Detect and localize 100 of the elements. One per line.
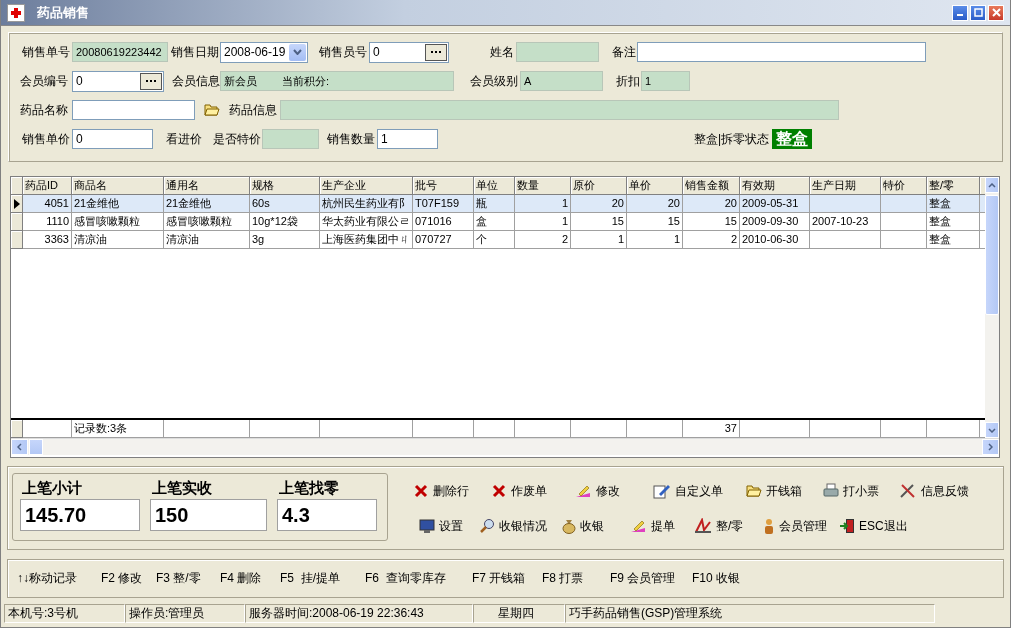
total-label: 上笔小计 bbox=[21, 479, 83, 498]
toolbar-button[interactable]: 提单 bbox=[627, 516, 677, 536]
field-label: 会员信息 bbox=[172, 72, 220, 90]
toolbar-button[interactable]: ESC退出 bbox=[837, 516, 910, 536]
table-cell: 华太药业有限公ㄹ bbox=[320, 213, 413, 231]
table-cell: 21金维他 bbox=[164, 195, 250, 213]
table-cell: 1110 bbox=[23, 213, 72, 231]
status-badge: 整盒 bbox=[772, 129, 813, 149]
field-label: 折扣 bbox=[616, 72, 640, 90]
delete-icon bbox=[413, 483, 429, 499]
status-text: 巧手药品销售(GSP)管理系统 bbox=[565, 604, 935, 623]
horizontal-scrollbar[interactable] bbox=[11, 438, 999, 455]
toolbar-button[interactable]: 收银情况 bbox=[477, 516, 549, 536]
input-field[interactable] bbox=[72, 100, 195, 120]
field-label: 药品信息 bbox=[229, 101, 277, 119]
readonly-field bbox=[262, 129, 319, 149]
field-label: 整盒|拆零状态 bbox=[694, 130, 770, 148]
toolbar-button[interactable]: 整/零 bbox=[692, 516, 746, 536]
shortcut-hint: F10 收银 bbox=[692, 570, 740, 587]
table-cell: 杭州民生药业有阝 bbox=[320, 195, 413, 213]
input-field[interactable] bbox=[637, 42, 926, 62]
total-value: 150 bbox=[150, 499, 267, 531]
table-cell: 2010-06-30 bbox=[740, 231, 810, 249]
maximize-icon bbox=[973, 8, 983, 17]
column-header[interactable]: 有效期 bbox=[740, 177, 810, 195]
column-header[interactable]: 生产企业 bbox=[320, 177, 413, 195]
lookup-field[interactable]: 0 bbox=[369, 41, 449, 63]
column-header[interactable]: 生产日期 bbox=[810, 177, 881, 195]
ellipsis-button[interactable] bbox=[425, 43, 447, 61]
table-cell: 清凉油 bbox=[72, 231, 164, 249]
toolbar-button[interactable]: 设置 bbox=[417, 516, 465, 536]
toolbar-button[interactable]: 作废单 bbox=[489, 481, 549, 501]
toolbar-button[interactable]: 开钱箱 bbox=[744, 481, 804, 501]
column-header[interactable]: 药品ID bbox=[23, 177, 72, 195]
table-cell: 感冒咳嗽颗粒 bbox=[72, 213, 164, 231]
field-label: 会员编号 bbox=[20, 72, 68, 90]
table-cell: 20 bbox=[571, 195, 627, 213]
table-cell: 1 bbox=[627, 231, 683, 249]
table-cell: 2009-05-31 bbox=[740, 195, 810, 213]
toolbar-button[interactable]: 信息反馈 bbox=[897, 481, 971, 501]
exit-icon bbox=[839, 518, 855, 534]
minimize-button[interactable] bbox=[952, 4, 968, 21]
table-cell: 2 bbox=[515, 231, 571, 249]
date-picker[interactable]: 2008-06-19 bbox=[220, 41, 308, 63]
table-cell: 070727 bbox=[413, 231, 474, 249]
toolbar-button[interactable]: 会员管理 bbox=[761, 516, 829, 536]
table-cell: 3g bbox=[250, 231, 320, 249]
vertical-scrollbar[interactable] bbox=[985, 177, 999, 438]
readonly-field: 新会员 当前积分: bbox=[220, 71, 454, 91]
column-header[interactable]: 商品名 bbox=[72, 177, 164, 195]
table-cell: 60s bbox=[250, 195, 320, 213]
shortcut-hint: F4 删除 bbox=[220, 570, 262, 587]
field-label: 备注 bbox=[612, 43, 636, 61]
close-button[interactable] bbox=[988, 4, 1004, 21]
column-header[interactable]: 单价 bbox=[627, 177, 683, 195]
shortcut-hint: F2 修改 bbox=[101, 570, 143, 587]
column-header[interactable]: 规格 bbox=[250, 177, 320, 195]
field-label: 销售数量 bbox=[327, 130, 375, 148]
table-cell: 整盒 bbox=[927, 195, 980, 213]
input-field[interactable]: 1 bbox=[377, 129, 438, 149]
table-cell bbox=[881, 195, 927, 213]
toolbar-button[interactable]: 打小票 bbox=[821, 481, 881, 501]
toolbar-button[interactable]: 删除行 bbox=[411, 481, 471, 501]
field-label: 销售单价 bbox=[22, 130, 70, 148]
table-cell: 3363 bbox=[23, 231, 72, 249]
column-header[interactable]: 整/零 bbox=[927, 177, 980, 195]
lookup-field[interactable]: 0 bbox=[72, 70, 164, 92]
maximize-button[interactable] bbox=[970, 4, 986, 21]
column-header[interactable]: 销售金额 bbox=[683, 177, 740, 195]
status-text: 操作员:管理员 bbox=[125, 604, 245, 623]
scroll-thumb[interactable] bbox=[985, 195, 999, 315]
row-header[interactable] bbox=[11, 195, 23, 213]
scroll-thumb[interactable] bbox=[29, 439, 43, 455]
toolbar-button[interactable]: 修改 bbox=[572, 481, 622, 501]
ellipsis-button[interactable] bbox=[140, 72, 162, 90]
column-header[interactable]: 原价 bbox=[571, 177, 627, 195]
field-label: 销售日期 bbox=[171, 43, 219, 61]
input-field[interactable]: 0 bbox=[72, 129, 153, 149]
table-cell bbox=[881, 213, 927, 231]
table-cell: 20 bbox=[627, 195, 683, 213]
table-cell: 清凉油 bbox=[164, 231, 250, 249]
folder-icon[interactable] bbox=[204, 103, 220, 117]
delete-icon bbox=[491, 483, 507, 499]
toolbar-button[interactable]: 自定义单 bbox=[651, 481, 725, 501]
first-aid-icon bbox=[7, 3, 25, 22]
table-cell: 1 bbox=[515, 213, 571, 231]
search-icon bbox=[479, 518, 495, 534]
column-header[interactable]: 数量 bbox=[515, 177, 571, 195]
column-header[interactable]: 单位 bbox=[474, 177, 515, 195]
minimize-icon bbox=[957, 14, 963, 16]
field-label: 销售员号 bbox=[319, 43, 367, 61]
toolbar-button[interactable]: 收银 bbox=[560, 516, 606, 536]
tools-icon bbox=[899, 483, 917, 499]
table-cell: 21金维他 bbox=[72, 195, 164, 213]
table-cell: 10g*12袋 bbox=[250, 213, 320, 231]
monitor-icon bbox=[419, 518, 435, 534]
column-header[interactable]: 特价 bbox=[881, 177, 927, 195]
column-header[interactable]: 通用名 bbox=[164, 177, 250, 195]
table-cell: 瓶 bbox=[474, 195, 515, 213]
column-header[interactable]: 批号 bbox=[413, 177, 474, 195]
